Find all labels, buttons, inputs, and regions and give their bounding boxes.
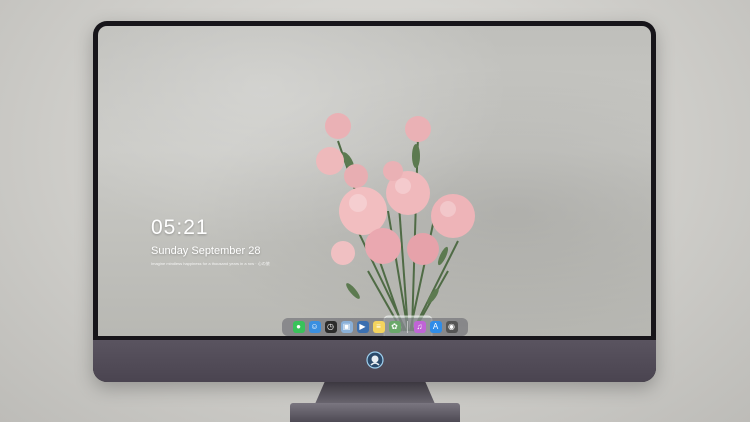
dock-separator [406, 321, 408, 333]
monitor-stand-base [290, 403, 460, 422]
photos-icon[interactable]: ✿ [388, 321, 401, 333]
lockscreen-subtext: Imagine mindless happiness for a thousan… [151, 261, 270, 266]
finder-icon[interactable]: ☺ [308, 321, 321, 333]
desktop-screen: 05:21 Sunday September 28 Imagine mindle… [98, 26, 651, 336]
clock-icon[interactable]: ◷ [324, 321, 337, 333]
preview-icon[interactable]: ▣ [340, 321, 353, 333]
brand-logo-icon [366, 351, 384, 369]
messages-icon[interactable]: ● [292, 321, 305, 333]
dock: ● ☺ ◷ ▣ ▶ ≡ ✿ ♫ A ◉ [282, 318, 468, 336]
finalcut-icon[interactable]: ▶ [356, 321, 369, 333]
itunes-icon[interactable]: ♫ [413, 321, 426, 333]
monitor: 05:21 Sunday September 28 Imagine mindle… [93, 21, 656, 382]
wallpaper-flowers [316, 113, 475, 336]
appstore-icon[interactable]: A [429, 321, 442, 333]
monitor-stand-neck [315, 382, 435, 404]
camera-icon[interactable]: ◉ [445, 321, 458, 333]
lockscreen-time: 05:21 [151, 216, 209, 239]
lockscreen-date: Sunday September 28 [151, 245, 261, 257]
notes-icon[interactable]: ≡ [372, 321, 385, 333]
